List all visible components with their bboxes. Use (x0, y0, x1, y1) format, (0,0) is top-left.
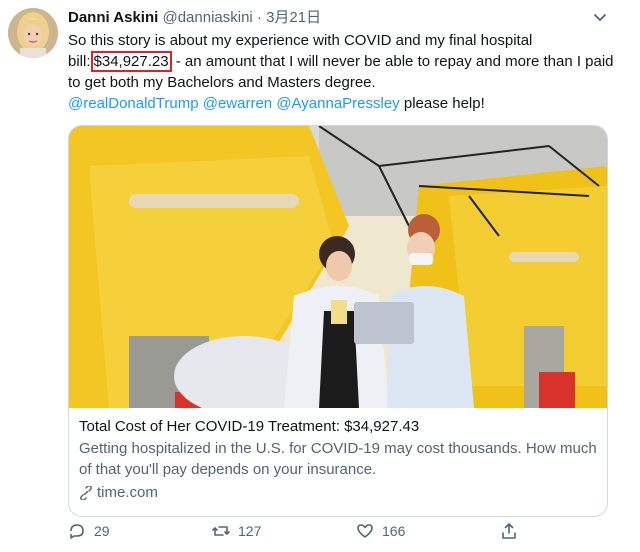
tweet-text: So this story is about my experience wit… (68, 30, 618, 114)
reply-icon (70, 524, 84, 539)
retweet-button[interactable]: 127 (212, 522, 261, 540)
mention-ewarren[interactable]: @ewarren (203, 95, 272, 112)
reply-button[interactable]: 29 (68, 522, 110, 540)
retweet-count: 127 (238, 523, 262, 539)
card-meta: Total Cost of Her COVID-19 Treatment: $3… (79, 416, 597, 503)
reply-count: 29 (94, 523, 110, 539)
card-title[interactable]: Total Cost of Her COVID-19 Treatment: $3… (79, 416, 597, 437)
like-button[interactable]: 166 (356, 522, 405, 540)
author-avatar[interactable] (8, 8, 58, 58)
share-button[interactable] (500, 522, 518, 540)
card-image (69, 126, 607, 408)
link-card[interactable]: Total Cost of Her COVID-19 Treatment: $3… (68, 125, 608, 517)
mention-realdonaldtrump[interactable]: @realDonaldTrump (68, 95, 199, 112)
card-link[interactable]: time.com (79, 482, 597, 503)
tweet-date[interactable]: 3月21日 (266, 9, 321, 26)
tweet-closing-text: please help! (399, 95, 485, 112)
chevron-down-icon[interactable] (591, 8, 609, 26)
tweet-header: Danni Askini @danniaskini · 3月21日 (68, 8, 321, 28)
heart-icon (357, 524, 373, 538)
share-icon (502, 523, 516, 539)
author-name[interactable]: Danni Askini (68, 9, 158, 26)
card-domain[interactable]: time.com (97, 482, 158, 503)
tweet-actions: 29 127 166 (68, 522, 616, 548)
retweet-icon (212, 526, 230, 536)
mention-ayannapressley[interactable]: @AyannaPressley (276, 95, 399, 112)
like-count: 166 (382, 523, 406, 539)
link-icon (80, 485, 92, 500)
author-handle[interactable]: @danniaskini (162, 9, 252, 26)
avatar-image (8, 8, 58, 58)
card-description: Getting hospitalized in the U.S. for COV… (79, 440, 597, 478)
highlighted-amount: $34,927.23 (90, 51, 172, 72)
header-separator: · (256, 9, 262, 26)
